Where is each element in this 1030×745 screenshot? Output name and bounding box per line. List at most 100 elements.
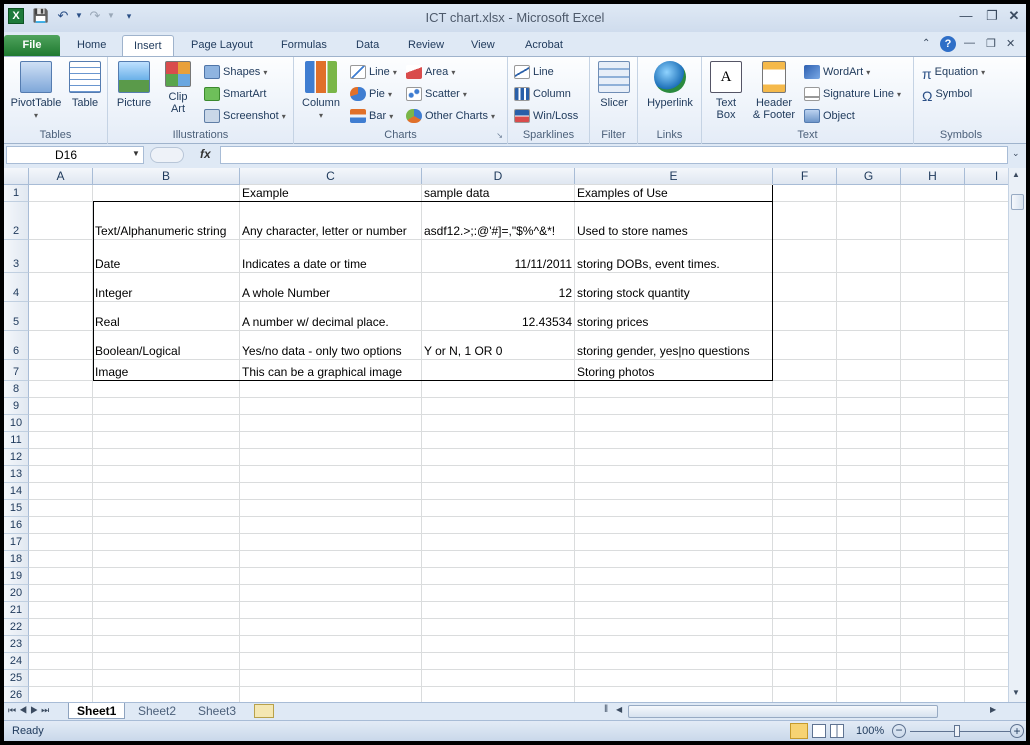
cell-d2[interactable]: asdf12.>;:@'#]=,"$%^&*! (422, 224, 574, 239)
wordart-button[interactable]: WordArt ▾ (804, 63, 870, 81)
text-box-button[interactable]: A Text Box (706, 61, 746, 121)
row-header-3[interactable]: 3 (4, 240, 29, 273)
normal-view-icon[interactable] (790, 723, 808, 739)
column-header-g[interactable]: G (837, 168, 901, 185)
vertical-scroll-thumb[interactable] (1011, 194, 1024, 210)
sheet-nav-icons[interactable]: ⏮◀▶⏭ (8, 705, 52, 716)
row-header-23[interactable]: 23 (4, 636, 29, 653)
cell-e4[interactable]: storing stock quantity (575, 286, 772, 301)
tab-file[interactable]: File (4, 35, 60, 56)
cell-c4[interactable]: A whole Number (240, 286, 421, 301)
cell-e6[interactable]: storing gender, yes|no questions (575, 344, 772, 359)
column-header-e[interactable]: E (575, 168, 773, 185)
sheet-tab-1[interactable]: Sheet1 (68, 703, 126, 719)
minimize-icon[interactable]: — (954, 8, 978, 26)
zoom-level[interactable]: 100% (856, 725, 884, 737)
row-header-10[interactable]: 10 (4, 415, 29, 432)
column-header-h[interactable]: H (901, 168, 965, 185)
row-header-22[interactable]: 22 (4, 619, 29, 636)
row-header-26[interactable]: 26 (4, 687, 29, 702)
tab-split-handle[interactable]: ‖ (604, 704, 608, 715)
cell-c6[interactable]: Yes/no data - only two options (240, 344, 421, 359)
area-chart-button[interactable]: Area ▾ (406, 63, 455, 81)
zoom-slider-track[interactable] (910, 731, 1010, 732)
workbook-minimize-icon[interactable]: — (964, 37, 975, 49)
row-header-9[interactable]: 9 (4, 398, 29, 415)
cell-e5[interactable]: storing prices (575, 315, 772, 330)
cell-d5[interactable]: 12.43534 (422, 315, 574, 330)
sparkline-column-button[interactable]: Column (514, 85, 571, 103)
header-footer-button[interactable]: Header & Footer (748, 61, 800, 121)
column-header-a[interactable]: A (29, 168, 93, 185)
picture-button[interactable]: Picture (114, 61, 154, 109)
tab-view[interactable]: View (460, 35, 506, 56)
cell-d3[interactable]: 11/11/2011 (422, 257, 574, 272)
cell-b2[interactable]: Text/Alphanumeric string (93, 224, 239, 239)
scroll-left-icon[interactable]: ◀ (616, 705, 622, 714)
cell-d1[interactable]: sample data (422, 186, 574, 201)
column-header-i[interactable]: I (965, 168, 1008, 185)
clip-art-button[interactable]: Clip Art (160, 61, 196, 115)
column-header-d[interactable]: D (422, 168, 575, 185)
workbook-close-icon[interactable]: ✕ (1006, 37, 1015, 50)
symbol-button[interactable]: Ω Symbol (922, 85, 972, 104)
row-header-25[interactable]: 25 (4, 670, 29, 687)
zoom-out-icon[interactable]: − (892, 724, 906, 738)
sparkline-winloss-button[interactable]: Win/Loss (514, 107, 578, 125)
tab-home[interactable]: Home (66, 35, 117, 56)
zoom-in-icon[interactable]: + (1010, 724, 1024, 738)
cell-c7[interactable]: This can be a graphical image (240, 365, 421, 380)
row-header-19[interactable]: 19 (4, 568, 29, 585)
row-header-7[interactable]: 7 (4, 360, 29, 381)
slicer-button[interactable]: Slicer (594, 61, 634, 109)
column-header-f[interactable]: F (773, 168, 837, 185)
smartart-button[interactable]: SmartArt (204, 85, 266, 103)
cell-b5[interactable]: Real (93, 315, 239, 330)
row-header-2[interactable]: 2 (4, 202, 29, 240)
cell-e1[interactable]: Examples of Use (575, 186, 772, 201)
tab-page-layout[interactable]: Page Layout (180, 35, 264, 56)
row-header-4[interactable]: 4 (4, 273, 29, 302)
row-header-20[interactable]: 20 (4, 585, 29, 602)
row-header-12[interactable]: 12 (4, 449, 29, 466)
name-box-dropdown-icon[interactable]: ▼ (132, 149, 140, 158)
restore-icon[interactable]: ❐ (980, 8, 1004, 26)
row-header-11[interactable]: 11 (4, 432, 29, 449)
column-chart-button[interactable]: Column ▾ (300, 61, 342, 122)
zoom-slider-thumb[interactable] (954, 725, 960, 737)
tab-data[interactable]: Data (345, 35, 390, 56)
cell-c2[interactable]: Any character, letter or number (240, 224, 421, 239)
cell-d4[interactable]: 12 (422, 286, 574, 301)
column-header-b[interactable]: B (93, 168, 240, 185)
vertical-scrollbar[interactable]: ▲ ▼ (1008, 168, 1026, 702)
other-charts-button[interactable]: Other Charts ▾ (406, 107, 495, 125)
scatter-chart-button[interactable]: Scatter ▾ (406, 85, 467, 103)
line-chart-button[interactable]: Line ▾ (350, 63, 397, 81)
row-header-16[interactable]: 16 (4, 517, 29, 534)
sheet-tab-3[interactable]: Sheet3 (190, 703, 244, 719)
pivottable-button[interactable]: PivotTable ▾ (8, 61, 64, 122)
equation-button[interactable]: π Equation ▾ (922, 63, 985, 82)
expand-formula-bar-icon[interactable]: ⌄ (1012, 148, 1020, 159)
cell-c1[interactable]: Example (240, 186, 421, 201)
worksheet-grid[interactable]: A B C D E F G H I 1 2 3 4 5 6 7 8 9 10 11 12 13 14 15 16 17 18 19 20… (4, 168, 1008, 702)
workbook-restore-icon[interactable]: ❐ (986, 37, 996, 50)
formula-input[interactable] (220, 146, 1008, 164)
column-header-c[interactable]: C (240, 168, 422, 185)
row-header-18[interactable]: 18 (4, 551, 29, 568)
page-layout-view-icon[interactable] (812, 724, 826, 738)
shapes-button[interactable]: Shapes ▾ (204, 63, 267, 81)
cell-e3[interactable]: storing DOBs, event times. (575, 257, 772, 272)
sheet-tab-2[interactable]: Sheet2 (130, 703, 184, 719)
cell-e7[interactable]: Storing photos (575, 365, 772, 380)
bar-chart-button[interactable]: Bar ▾ (350, 107, 393, 125)
pie-chart-button[interactable]: Pie ▾ (350, 85, 392, 103)
help-icon[interactable]: ? (940, 36, 956, 52)
page-break-view-icon[interactable] (830, 724, 844, 738)
insert-worksheet-icon[interactable] (254, 704, 274, 718)
scroll-down-icon[interactable]: ▼ (1012, 688, 1020, 697)
row-header-14[interactable]: 14 (4, 483, 29, 500)
tab-review[interactable]: Review (397, 35, 455, 56)
cell-c3[interactable]: Indicates a date or time (240, 257, 421, 272)
row-header-13[interactable]: 13 (4, 466, 29, 483)
